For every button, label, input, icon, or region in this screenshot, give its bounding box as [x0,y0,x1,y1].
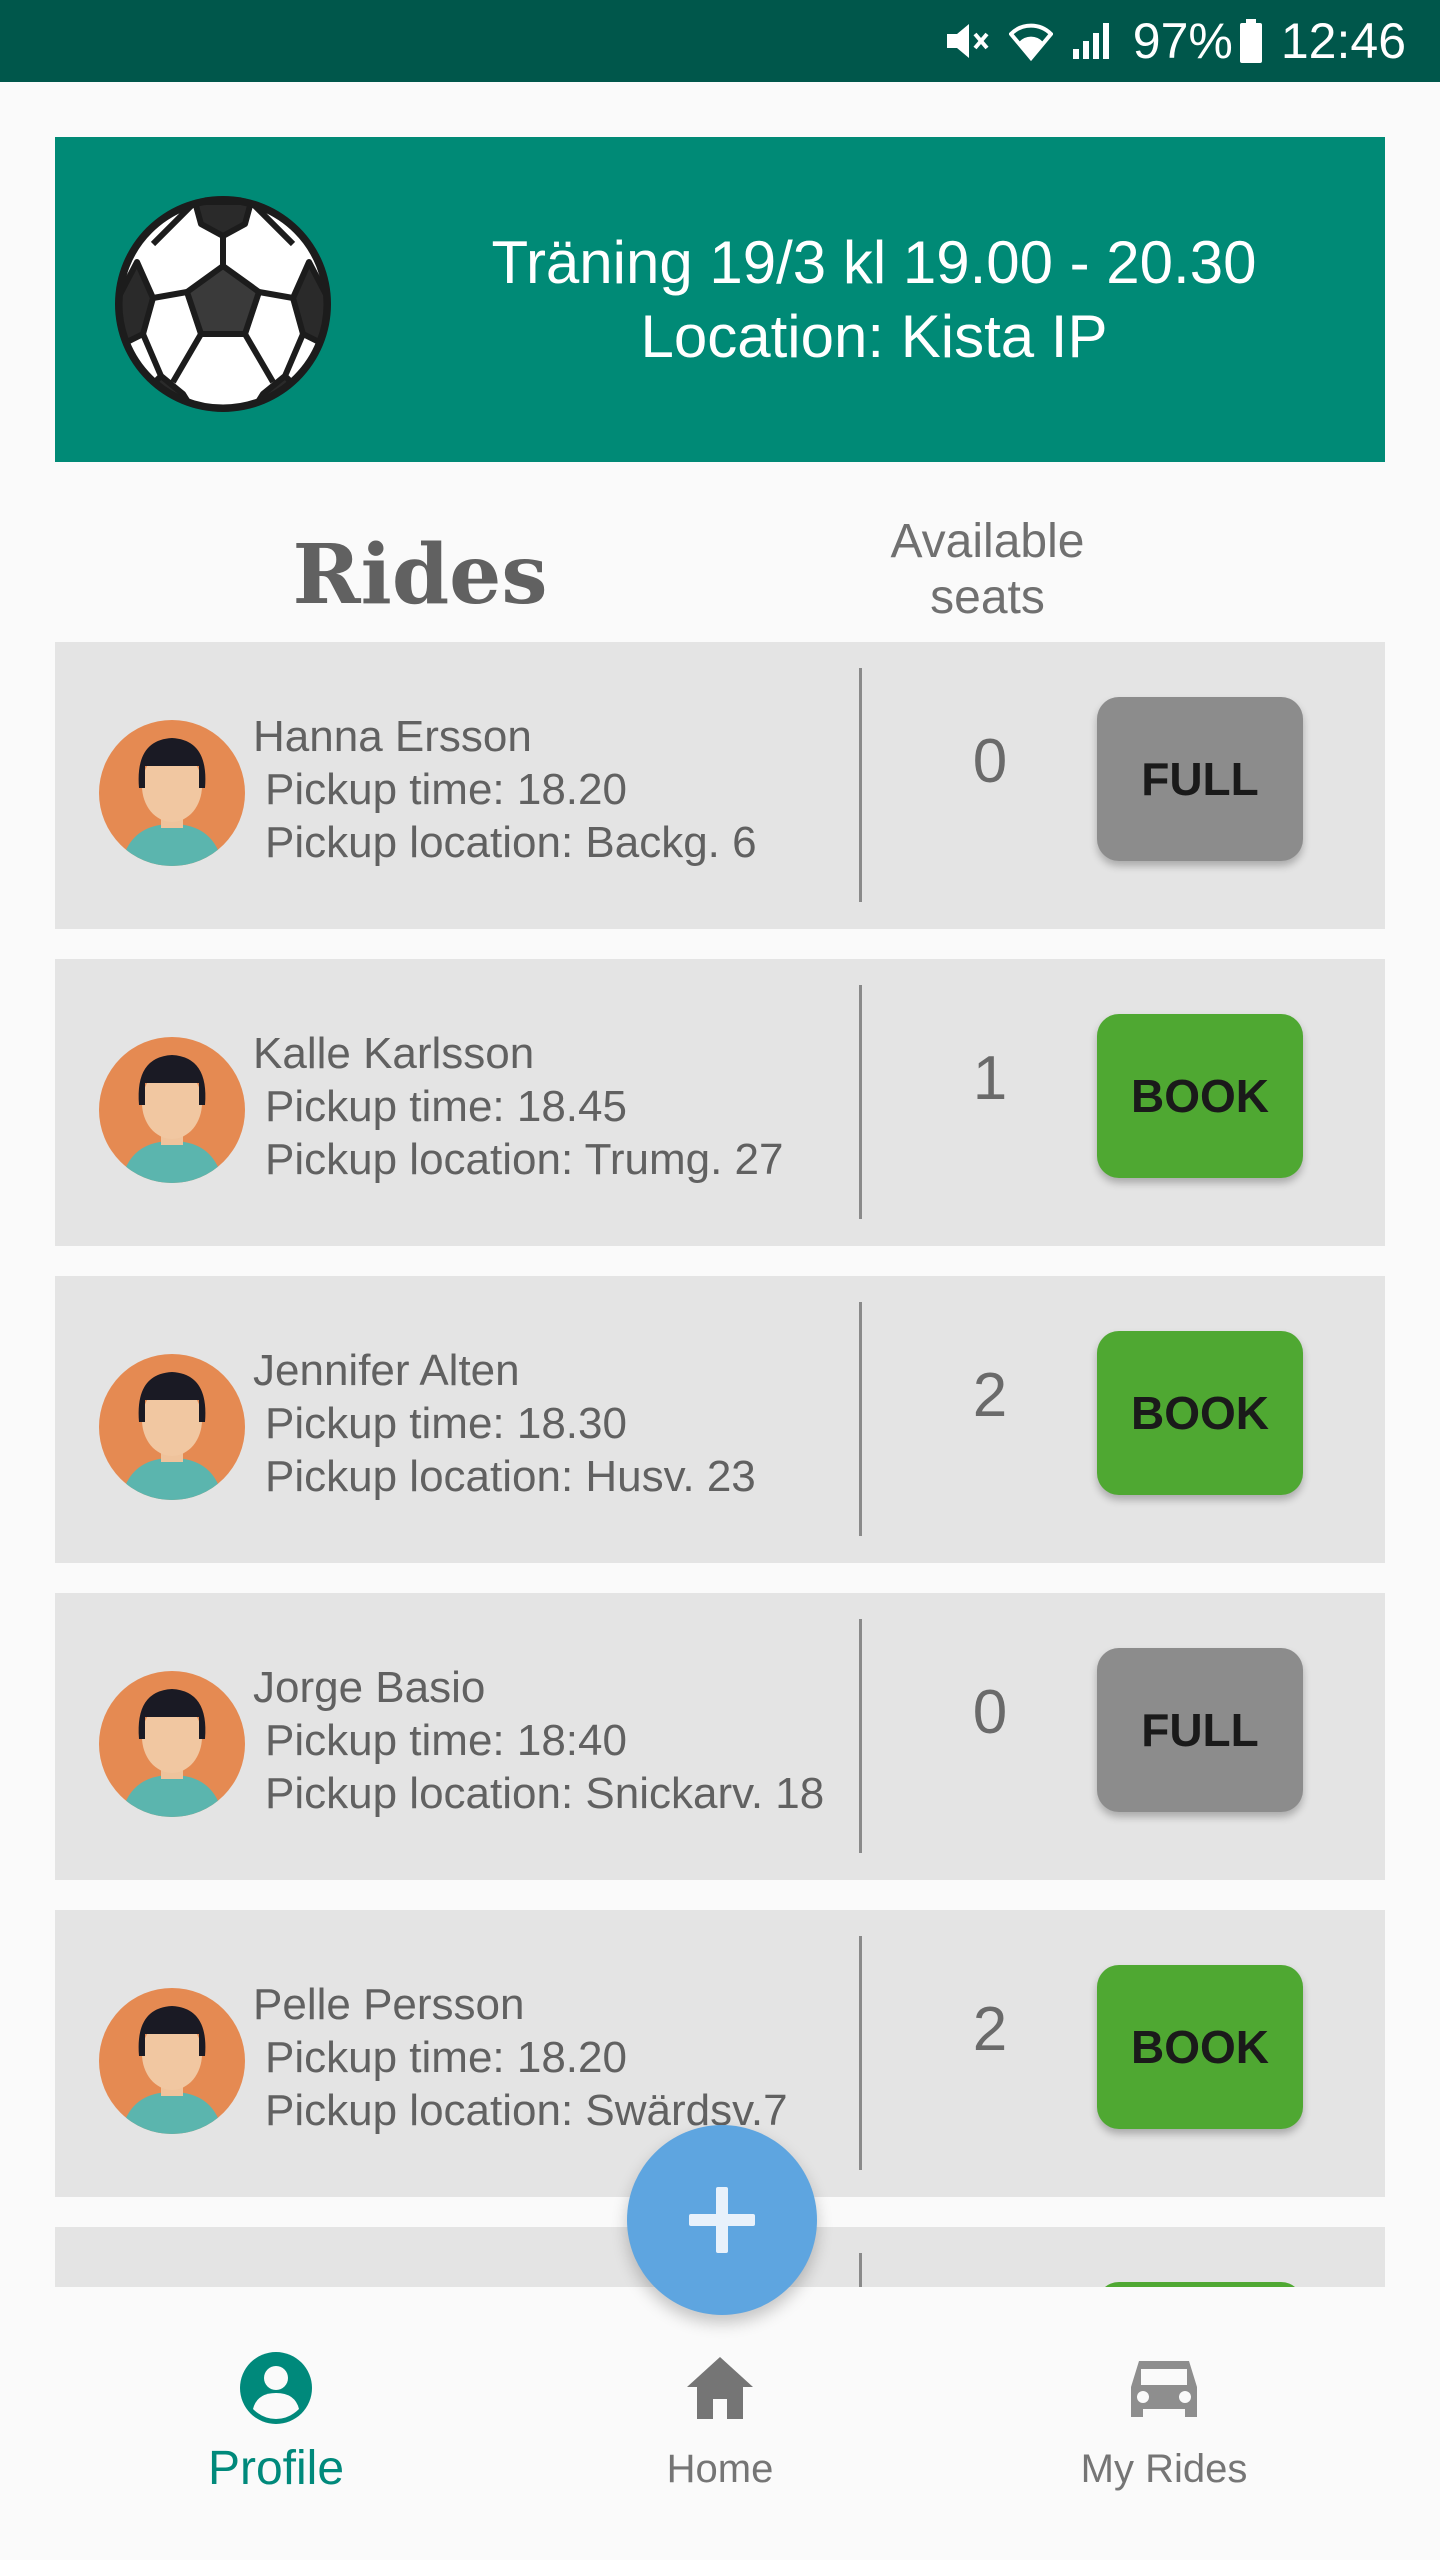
divider [859,1302,862,1536]
seat-count: 0 [972,1678,1008,1747]
clock: 12:46 [1280,13,1406,69]
battery-percent: 97% [1132,13,1233,69]
pickup-location: Pickup location: Backg. 6 [265,818,757,867]
divider [859,1936,862,2170]
driver-avatar-icon [99,1354,245,1500]
book-button[interactable]: BOOK [1097,1014,1303,1178]
pickup-location: Pickup location: Husv. 23 [265,1452,756,1501]
seat-count: 1 [972,1044,1008,1113]
wifi-icon [1008,20,1053,62]
status-bar: 97% 12:46 [0,0,1440,82]
ride-card[interactable]: Kalle Karlsson Pickup time: 18.45 Pickup… [55,959,1385,1246]
seat-count: 2 [972,1361,1008,1430]
seat-count: 2 [972,1995,1008,2064]
nav-profile-label: Profile [207,2442,345,2495]
pickup-location: Pickup location: Swärdsv.7 [265,2086,788,2135]
seat-count: 0 [972,727,1008,796]
pickup-time: Pickup time: 18.20 [265,765,627,814]
soccer-ball-icon [113,194,333,414]
book-button[interactable]: BOOK [1097,1965,1303,2129]
pickup-time: Pickup time: 18.20 [265,2033,627,2082]
car-icon [1131,2361,1197,2417]
rides-heading: Rides [292,527,548,623]
ride-card[interactable]: Jennifer Alten Pickup time: 18.30 Pickup… [55,1276,1385,1563]
driver-avatar-icon [99,1988,245,2134]
bottom-navigation: Profile Home My Rides [0,2287,1440,2560]
home-icon [687,2357,753,2419]
pickup-time: Pickup time: 18.30 [265,1399,627,1448]
nav-my-rides[interactable]: My Rides [924,2287,1404,2560]
driver-avatar-icon [99,720,245,866]
ride-info: Jennifer Alten Pickup time: 18.30 Pickup… [253,1344,913,1503]
driver-avatar-icon [99,1671,245,1817]
driver-avatar-icon [99,1037,245,1183]
full-button[interactable]: FULL [1097,697,1303,861]
available-seats-heading: Available seats [830,500,1145,640]
event-location: Location: Kista IP [640,302,1108,370]
driver-name: Pelle Persson [253,1980,525,2029]
pickup-location: Pickup location: Trumg. 27 [265,1135,784,1184]
ride-info: Jorge Basio Pickup time: 18:40 Pickup lo… [253,1661,913,1820]
ride-info: Hanna Ersson Pickup time: 18.20 Pickup l… [253,710,913,869]
pickup-time: Pickup time: 18:40 [265,1716,627,1765]
plus-icon [689,2187,755,2253]
driver-name: Jorge Basio [253,1663,486,1712]
book-button[interactable]: BOOK [1097,1331,1303,1495]
event-text: Träning 19/3 kl 19.00 - 20.30 Location: … [375,137,1373,462]
ride-list[interactable]: Hanna Ersson Pickup time: 18.20 Pickup l… [55,642,1385,2287]
event-title: Träning 19/3 kl 19.00 - 20.30 [491,228,1257,296]
nav-profile[interactable]: Profile [36,2287,516,2560]
battery-icon [1239,19,1263,63]
ride-card[interactable]: Jorge Basio Pickup time: 18:40 Pickup lo… [55,1593,1385,1880]
profile-icon [240,2352,312,2424]
seats-heading-line2: seats [930,571,1045,624]
nav-home[interactable]: Home [480,2287,960,2560]
pickup-time: Pickup time: 18.45 [265,1082,627,1131]
full-button[interactable]: FULL [1097,1648,1303,1812]
divider [859,2253,862,2287]
nav-home-label: Home [666,2447,774,2491]
divider [859,668,862,902]
event-header: Träning 19/3 kl 19.00 - 20.30 Location: … [55,137,1385,462]
divider [859,985,862,1219]
ride-card[interactable]: Hanna Ersson Pickup time: 18.20 Pickup l… [55,642,1385,929]
mute-icon [945,20,991,62]
ride-info: Kalle Karlsson Pickup time: 18.45 Pickup… [253,1027,913,1186]
divider [859,1619,862,1853]
driver-name: Kalle Karlsson [253,1029,535,1078]
driver-name: Hanna Ersson [253,712,532,761]
ride-info: Pelle Persson Pickup time: 18.20 Pickup … [253,1978,913,2137]
nav-my-rides-label: My Rides [1080,2447,1248,2491]
signal-icon [1071,21,1115,61]
add-ride-fab[interactable] [627,2125,817,2315]
driver-name: Jennifer Alten [253,1346,520,1395]
pickup-location: Pickup location: Snickarv. 18 [265,1769,825,1818]
